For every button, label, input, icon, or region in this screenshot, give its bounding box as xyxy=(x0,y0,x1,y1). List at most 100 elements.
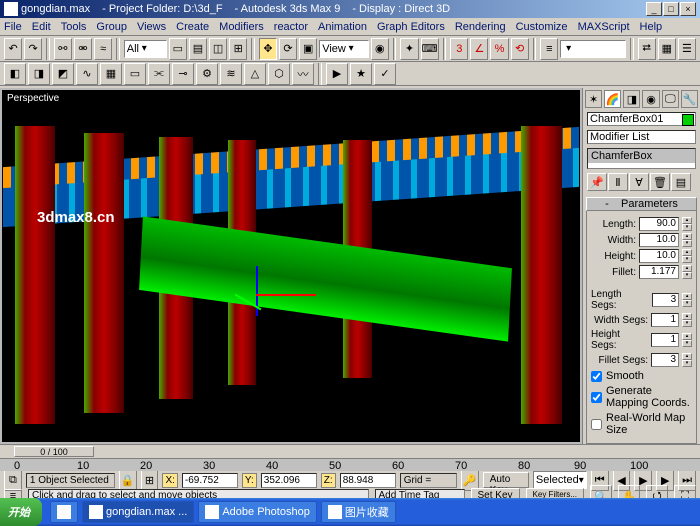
quicklaunch-item[interactable] xyxy=(50,501,78,523)
layers-button[interactable]: ☰ xyxy=(678,38,696,60)
pivot-button[interactable]: ◉ xyxy=(371,38,389,60)
wsegs-spinner[interactable]: 1 xyxy=(651,313,679,327)
object-name-field[interactable]: ChamferBox01 xyxy=(587,112,696,126)
undo-button[interactable]: ↶ xyxy=(4,38,22,60)
z-coord-input[interactable] xyxy=(340,473,396,488)
keyboard-shortcut-button[interactable]: ⌨ xyxy=(421,38,439,60)
autokey-button[interactable]: Auto Key xyxy=(483,472,529,488)
fillet-spinner[interactable]: 1.177 xyxy=(639,265,679,279)
viewport-label[interactable]: Perspective xyxy=(7,93,59,104)
object-color-swatch[interactable] xyxy=(682,114,694,126)
fsegs-spinner[interactable]: 3 xyxy=(651,353,679,367)
hsegs-spinner[interactable]: 1 xyxy=(651,333,679,347)
percent-snap-button[interactable]: % xyxy=(490,38,508,60)
menu-tools[interactable]: Tools xyxy=(61,21,87,33)
menu-graph-editors[interactable]: Graph Editors xyxy=(377,21,445,33)
menu-animation[interactable]: Animation xyxy=(318,21,367,33)
reactor-cloth-button[interactable]: ◨ xyxy=(28,63,50,85)
menu-edit[interactable]: Edit xyxy=(32,21,51,33)
maximize-button[interactable]: □ xyxy=(663,2,679,16)
select-scale-button[interactable]: ▣ xyxy=(299,38,317,60)
fsegs-spin-buttons[interactable]: ▴▾ xyxy=(682,353,692,367)
smooth-checkbox[interactable] xyxy=(591,371,602,382)
taskbar-item-folder[interactable]: 图片收藏 xyxy=(321,501,396,523)
menu-group[interactable]: Group xyxy=(96,21,127,33)
taskbar-item-photoshop[interactable]: Adobe Photoshop xyxy=(198,501,316,523)
unlink-button[interactable]: ⚮ xyxy=(74,38,92,60)
reactor-create-button[interactable]: ★ xyxy=(350,63,372,85)
reactor-spring-button[interactable]: ⫘ xyxy=(148,63,170,85)
lsegs-spinner[interactable]: 3 xyxy=(652,293,680,307)
reactor-wind-button[interactable]: ≋ xyxy=(220,63,242,85)
menu-rendering[interactable]: Rendering xyxy=(455,21,506,33)
minimize-button[interactable]: _ xyxy=(646,2,662,16)
reactor-soft-button[interactable]: ◩ xyxy=(52,63,74,85)
height-spin-buttons[interactable]: ▴▾ xyxy=(682,249,692,263)
modifier-stack[interactable]: ChamferBox xyxy=(587,148,696,169)
time-slider[interactable]: 0 / 100 xyxy=(14,446,94,457)
menu-reactor[interactable]: reactor xyxy=(274,21,308,33)
reactor-plane-button[interactable]: ▭ xyxy=(124,63,146,85)
time-ruler[interactable]: 0102030405060708090100 xyxy=(0,459,700,471)
menu-customize[interactable]: Customize xyxy=(516,21,568,33)
angle-snap-button[interactable]: ∠ xyxy=(470,38,488,60)
time-slider-track[interactable]: 0 / 100 xyxy=(0,445,700,459)
utilities-tab[interactable]: 🔧 xyxy=(681,90,698,108)
reactor-mesh-button[interactable]: ▦ xyxy=(100,63,122,85)
wsegs-spin-buttons[interactable]: ▴▾ xyxy=(682,313,692,327)
manipulate-button[interactable]: ✦ xyxy=(400,38,418,60)
lock-selection-button[interactable]: 🔒 xyxy=(119,469,137,491)
stack-item-chamferbox[interactable]: ChamferBox xyxy=(588,149,695,163)
spinner-snap-button[interactable]: ⟲ xyxy=(511,38,529,60)
display-tab[interactable]: 🖵 xyxy=(662,90,679,108)
realworld-checkbox[interactable] xyxy=(591,419,602,430)
mirror-button[interactable]: ⮂ xyxy=(638,38,656,60)
selection-filter-dropdown[interactable]: All ▾ xyxy=(124,40,167,58)
hierarchy-tab[interactable]: ◨ xyxy=(623,90,640,108)
motion-tab[interactable]: ◉ xyxy=(642,90,659,108)
select-by-name-button[interactable]: ▤ xyxy=(189,38,207,60)
width-spin-buttons[interactable]: ▴▾ xyxy=(682,233,692,247)
select-region-button[interactable]: ◫ xyxy=(209,38,227,60)
modifier-list-dropdown[interactable]: Modifier List xyxy=(587,130,696,144)
make-unique-button[interactable]: ∀ xyxy=(629,173,649,191)
create-tab[interactable]: ✶ xyxy=(585,90,602,108)
genmap-checkbox[interactable] xyxy=(591,392,602,403)
y-coord-input[interactable] xyxy=(261,473,317,488)
menu-modifiers[interactable]: Modifiers xyxy=(219,21,264,33)
key-target-dropdown[interactable]: Selected▾ xyxy=(533,471,587,489)
close-button[interactable]: × xyxy=(680,2,696,16)
reactor-motor-button[interactable]: ⚙ xyxy=(196,63,218,85)
menu-file[interactable]: File xyxy=(4,21,22,33)
named-sel-dropdown[interactable]: ▾ xyxy=(560,40,626,58)
window-crossing-button[interactable]: ⊞ xyxy=(229,38,247,60)
chamferbox-object[interactable] xyxy=(139,216,511,341)
show-end-result-button[interactable]: Ⅱ xyxy=(608,173,628,191)
menu-create[interactable]: Create xyxy=(176,21,209,33)
x-coord-input[interactable] xyxy=(182,473,238,488)
lsegs-spin-buttons[interactable]: ▴▾ xyxy=(682,293,692,307)
height-spinner[interactable]: 10.0 xyxy=(639,249,679,263)
reactor-fracture-button[interactable]: ⬡ xyxy=(268,63,290,85)
named-sel-button[interactable]: ≡ xyxy=(540,38,558,60)
menu-views[interactable]: Views xyxy=(137,21,166,33)
perspective-viewport[interactable]: Perspective 3dmax8.cn xyxy=(2,90,580,442)
reactor-analyze-button[interactable]: ✓ xyxy=(374,63,396,85)
trackbar-toggle-button[interactable]: ⧉ xyxy=(4,469,22,491)
reactor-rigid-button[interactable]: ◧ xyxy=(4,63,26,85)
configure-sets-button[interactable]: ▤ xyxy=(671,173,691,191)
link-button[interactable]: ⚯ xyxy=(54,38,72,60)
ref-coord-dropdown[interactable]: View ▾ xyxy=(319,40,369,58)
pin-stack-button[interactable]: 📌 xyxy=(587,173,607,191)
snap-toggle-button[interactable]: 3 xyxy=(450,38,468,60)
remove-modifier-button[interactable]: 🗑 xyxy=(650,173,670,191)
select-rotate-button[interactable]: ⟳ xyxy=(279,38,297,60)
length-spin-buttons[interactable]: ▴▾ xyxy=(682,217,692,231)
select-object-button[interactable]: ▭ xyxy=(169,38,187,60)
reactor-water-button[interactable]: 〰 xyxy=(292,63,314,85)
align-button[interactable]: ▦ xyxy=(658,38,676,60)
hsegs-spin-buttons[interactable]: ▴▾ xyxy=(682,333,692,347)
taskbar-item-max[interactable]: gongdian.max ... xyxy=(82,501,194,523)
parameters-header[interactable]: - Parameters xyxy=(586,197,697,211)
menu-maxscript[interactable]: MAXScript xyxy=(578,21,630,33)
